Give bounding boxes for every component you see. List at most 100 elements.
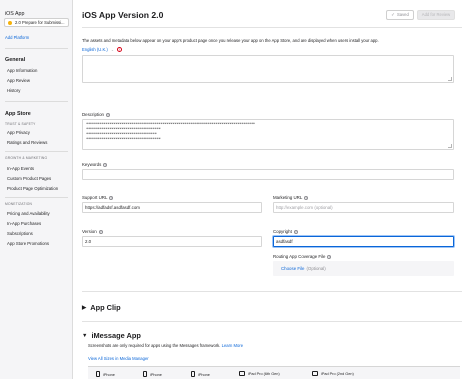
ipad-icon: [312, 371, 318, 376]
imessage-section-toggle[interactable]: ▼ iMessage App: [82, 331, 141, 340]
help-icon[interactable]: ?: [109, 195, 114, 200]
keywords-input[interactable]: [82, 169, 454, 180]
optional-label: (Optional): [306, 266, 326, 271]
sidebar-divider: [5, 197, 68, 198]
help-icon[interactable]: ?: [327, 254, 332, 259]
sidebar-item-in-app-events[interactable]: In-App Events: [7, 166, 34, 171]
copyright-input[interactable]: asdfasdf: [273, 236, 454, 247]
marketing-url-input[interactable]: http://example.com (optional): [273, 202, 454, 213]
app-clip-section-toggle[interactable]: ▶ App Clip: [82, 303, 121, 312]
main-content: iOS App Version 2.0 ✓ Saved Add for Revie…: [74, 0, 474, 379]
imessage-subtitle-text: Screenshots are only required for apps u…: [88, 343, 221, 348]
choose-file-button[interactable]: Choose File: [281, 266, 304, 271]
version-selector[interactable]: 2.0 Prepare for Submissi...: [4, 18, 69, 27]
ipad-icon: [239, 371, 245, 376]
imessage-subtitle: Screenshots are only required for apps u…: [88, 343, 243, 348]
device-tab-iphone[interactable]: iPhone: [96, 371, 115, 377]
warning-icon: !: [117, 47, 123, 53]
resize-handle-icon[interactable]: [448, 144, 452, 148]
status-dot-icon: [8, 21, 12, 25]
version-label-text: Version: [82, 229, 97, 234]
section-divider: [82, 321, 462, 322]
device-tab-label: iPhone: [198, 373, 210, 377]
chevron-down-icon: ⌄: [111, 48, 115, 52]
chevron-down-icon: ▼: [82, 333, 88, 339]
marketing-url-placeholder: http://example.com (optional): [276, 205, 333, 210]
sidebar-item-product-page-optimization[interactable]: Product Page Optimization: [7, 186, 58, 191]
header-divider: [82, 27, 462, 28]
sidebar: iOS App 2.0 Prepare for Submissi... Add …: [0, 0, 73, 379]
sidebar-item-app-privacy[interactable]: App Privacy: [7, 130, 30, 135]
description-label-text: Description: [82, 112, 104, 117]
section-divider: [82, 291, 462, 292]
marketing-url-label-text: Marketing URL: [273, 195, 303, 200]
language-label: English (U.K.): [82, 47, 108, 52]
sidebar-item-ratings-reviews[interactable]: Ratings and Reviews: [7, 140, 47, 145]
help-icon[interactable]: ?: [103, 162, 108, 167]
iphone-icon: [143, 371, 147, 377]
sidebar-item-app-review[interactable]: App Review: [7, 78, 30, 83]
checkmark-icon: ✓: [391, 12, 395, 17]
description-line: **************************************: [86, 137, 161, 141]
saved-label: Saved: [396, 12, 409, 17]
device-tab-ipad-pro-2nd[interactable]: iPad Pro (2nd Gen): [312, 371, 354, 376]
intro-text: The assets and metadata below appear on …: [82, 38, 379, 43]
imessage-title: iMessage App: [91, 331, 141, 340]
device-tab-label: iPhone: [150, 373, 162, 377]
keywords-label-text: Keywords: [82, 162, 102, 167]
device-tab-label: iPhone: [103, 373, 115, 377]
routing-file-label: Routing App Coverage File?: [273, 254, 332, 259]
app-title: iOS App: [5, 11, 25, 17]
device-size-tabs: iPhone iPhone iPhone iPad Pro (6th Gen) …: [88, 366, 460, 379]
device-tab-label: iPad Pro (6th Gen): [248, 372, 280, 376]
iphone-icon: [191, 371, 195, 377]
description-field[interactable]: ****************************************…: [82, 119, 454, 150]
add-for-review-button[interactable]: Add for Review: [417, 10, 455, 20]
chevron-right-icon: ▶: [82, 305, 87, 311]
learn-more-link[interactable]: Learn More: [222, 343, 243, 348]
sidebar-item-subscriptions[interactable]: Subscriptions: [7, 231, 33, 236]
sidebar-divider: [5, 48, 68, 49]
help-icon[interactable]: ?: [304, 195, 309, 200]
sidebar-item-app-store-promotions[interactable]: App Store Promotions: [7, 241, 49, 246]
support-url-input[interactable]: https://adfadsf.asdfasdf.com: [82, 202, 262, 213]
version-input[interactable]: 2.0: [82, 236, 262, 247]
support-url-label: Support URL?: [82, 195, 114, 200]
marketing-url-label: Marketing URL?: [273, 195, 309, 200]
sidebar-item-app-information[interactable]: App Information: [7, 68, 37, 73]
version-selector-label: 2.0 Prepare for Submissi...: [15, 20, 65, 25]
device-tab-ipad-pro-6th[interactable]: iPad Pro (6th Gen): [239, 371, 280, 376]
version-label: Version?: [82, 229, 103, 234]
sidebar-divider: [5, 151, 68, 152]
description-value: ****************************************…: [86, 122, 255, 142]
sidebar-divider: [5, 101, 68, 102]
routing-file-upload[interactable]: Choose File (Optional): [273, 261, 454, 276]
help-icon[interactable]: ?: [105, 112, 110, 117]
sidebar-category-monetization: MONETIZATION: [5, 202, 33, 206]
sidebar-item-in-app-purchases[interactable]: In-App Purchases: [7, 221, 41, 226]
device-tab-iphone[interactable]: iPhone: [191, 371, 210, 377]
iphone-icon: [96, 371, 100, 377]
copyright-label: Copyright?: [273, 229, 298, 234]
add-platform-link[interactable]: Add Platform: [5, 35, 29, 40]
promotional-text-field[interactable]: [82, 55, 454, 83]
sidebar-item-pricing-availability[interactable]: Pricing and Availability: [7, 211, 50, 216]
sidebar-item-custom-product-pages[interactable]: Custom Product Pages: [7, 176, 51, 181]
sidebar-heading-app-store: App Store: [5, 111, 31, 117]
page-title: iOS App Version 2.0: [82, 10, 164, 20]
app-clip-title: App Clip: [90, 303, 121, 312]
help-icon[interactable]: ?: [98, 229, 103, 234]
sidebar-category-growth-marketing: GROWTH & MARKETING: [5, 156, 48, 160]
support-url-label-text: Support URL: [82, 195, 108, 200]
saved-button[interactable]: ✓ Saved: [386, 10, 414, 20]
copyright-label-text: Copyright: [273, 229, 292, 234]
language-selector[interactable]: English (U.K.) ⌄ !: [82, 47, 123, 53]
sidebar-item-history[interactable]: History: [7, 88, 20, 93]
routing-file-label-text: Routing App Coverage File: [273, 254, 326, 259]
sidebar-category-trust-safety: TRUST & SAFETY: [5, 122, 36, 126]
description-label: Description?: [82, 112, 110, 117]
resize-handle-icon[interactable]: [448, 77, 452, 81]
device-tab-iphone[interactable]: iPhone: [143, 371, 162, 377]
help-icon[interactable]: ?: [293, 229, 298, 234]
view-all-sizes-link[interactable]: View All Sizes in Media Manager: [88, 356, 149, 361]
